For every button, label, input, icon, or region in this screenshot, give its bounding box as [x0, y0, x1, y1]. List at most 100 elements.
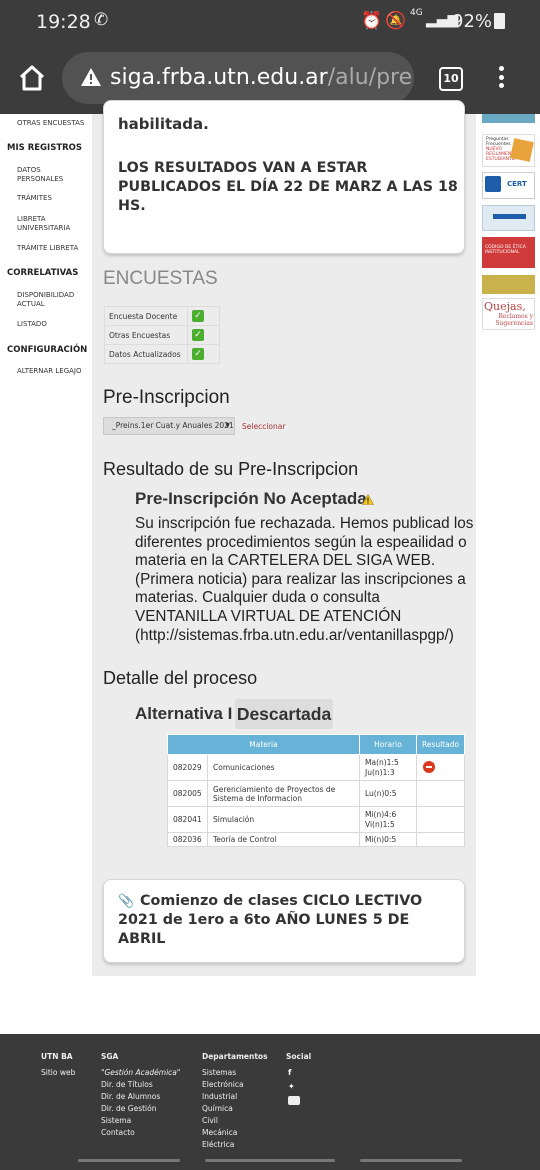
materia-code: 082005: [167, 780, 208, 807]
notice-line2: LOS RESULTADOS VAN A ESTAR PUBLICADOS EL…: [118, 160, 458, 214]
warning-icon[interactable]: [80, 67, 102, 87]
facebook-icon[interactable]: f: [288, 1068, 297, 1077]
footer-link-sistemas[interactable]: Sistemas: [202, 1067, 236, 1079]
sidebar-item-listado[interactable]: LISTADO: [0, 320, 47, 329]
shield-icon: [485, 176, 501, 192]
footer-link-quimica[interactable]: Química: [202, 1103, 233, 1115]
col-horario: Horario: [359, 734, 417, 755]
list-item: Datos Actualizados ✓: [104, 344, 220, 364]
url-domain: siga.frba.utn.edu.ar: [110, 65, 328, 90]
footer-link-dir-gestion[interactable]: Dir. de Gestión: [101, 1103, 156, 1115]
banner-pdf[interactable]: [482, 205, 535, 231]
home-icon[interactable]: [18, 64, 46, 92]
banner-codigo-text: CÓDIGO DE ÉTICA INSTITUCIONAL: [485, 245, 526, 255]
period-select-value: _Preins.1er Cuat.y Anuales 2021: [112, 421, 234, 430]
alarm-mute-icons: ⏰🔕: [361, 11, 410, 31]
battery-level: 92%: [452, 11, 493, 32]
footer-departamentos-title: Departamentos: [202, 1052, 268, 1061]
materia-code: 082029: [167, 754, 208, 781]
banner-preguntas[interactable]: Preguntas Frecuentes NUEVO REGLAMENTO ES…: [482, 134, 535, 167]
footer-link-industrial[interactable]: Industrial: [202, 1091, 237, 1103]
gesture-bar: [0, 1154, 540, 1170]
status-heading: Pre-Inscripción No Aceptada: [135, 489, 367, 508]
footer-link-contacto[interactable]: Contacto: [101, 1127, 135, 1139]
list-item: Otras Encuestas ✓: [104, 325, 220, 345]
result-message: Su inscripción fue rechazada. Hemos publ…: [135, 515, 474, 644]
sidebar-item-alternar-legajo[interactable]: ALTERNAR LEGAJO: [0, 367, 82, 376]
footer-link-electronica[interactable]: Electrónica: [202, 1079, 244, 1091]
resultado-title: Resultado de su Pre-Inscripcion: [103, 459, 359, 479]
encuestas-title: ENCUESTAS: [103, 268, 218, 289]
footer-social-title: Social: [286, 1052, 312, 1061]
materia-name: Gerenciamiento de Proyectos de Sistema d…: [207, 780, 360, 807]
thumbs-up-icon[interactable]: ✓: [192, 329, 204, 341]
footer: UTN BA Sitio web SGA "Gestión Académica"…: [0, 1034, 540, 1170]
datos-actualizados-label: Datos Actualizados: [104, 344, 188, 364]
materia-name: Simulación: [207, 806, 360, 833]
banner-gold[interactable]: [482, 275, 535, 294]
comienzo-card: 📎 Comienzo de clases CICLO LECTIVO 2021 …: [103, 879, 465, 963]
banner-codigo-etica[interactable]: CÓDIGO DE ÉTICA INSTITUCIONAL: [482, 237, 535, 268]
sidebar-item-libreta[interactable]: LIBRETA UNIVERSITARIA: [0, 215, 80, 233]
url-bar[interactable]: siga.frba.utn.edu.ar/alu/preir: [62, 52, 414, 104]
footer-link-titulos[interactable]: Dir. de Títulos: [101, 1079, 153, 1091]
clock: 19:28: [36, 11, 91, 33]
alternativa-label: Alternativa I: [135, 704, 233, 723]
banner-reclamos-text: Reclamos y: [498, 313, 533, 320]
network-type: 4G: [410, 8, 423, 18]
otras-encuestas-label: Otras Encuestas: [104, 325, 188, 345]
comienzo-text: Comienzo de clases CICLO LECTIVO 2021 de…: [118, 893, 423, 947]
url-path: /alu/preir: [327, 65, 414, 90]
thumbs-up-icon[interactable]: ✓: [192, 348, 204, 360]
sidebar-item-tramites[interactable]: TRÁMITES: [0, 194, 52, 203]
list-item: Encuesta Docente ✓: [104, 306, 220, 326]
period-select[interactable]: _Preins.1er Cuat.y Anuales 2021 ▼: [103, 417, 235, 435]
footer-sga-title: SGA: [101, 1052, 119, 1061]
sidebar-header-configuracion: CONFIGURACIÓN: [7, 345, 88, 355]
sidebar-item-tramite-libreta[interactable]: TRÁMITE LIBRETA: [0, 244, 78, 253]
materia-horario: Mi(n)0:5: [359, 832, 417, 847]
banner-cert[interactable]: CERT: [482, 172, 535, 199]
sidebar-item-datos-personales[interactable]: DATOS PERSONALES: [0, 166, 70, 184]
footer-link-civil[interactable]: Civil: [202, 1115, 218, 1127]
footer-link-sitio-web[interactable]: Sitio web: [41, 1067, 75, 1079]
footer-link-sistema[interactable]: Sistema: [101, 1115, 131, 1127]
tab-switcher-button[interactable]: 10: [439, 67, 463, 91]
footer-link-gestion[interactable]: "Gestión Académica": [101, 1067, 180, 1079]
materias-table: Materia Horario Resultado 082029 Comunic…: [167, 734, 465, 847]
materia-name: Teoría de Control: [207, 832, 360, 847]
materia-name: Comunicaciones: [207, 754, 360, 781]
chevron-down-icon: ▼: [225, 422, 230, 429]
banner-preguntas-text: Preguntas Frecuentes: [486, 137, 511, 147]
footer-link-alumnos[interactable]: Dir. de Alumnos: [101, 1091, 160, 1103]
youtube-icon[interactable]: [288, 1096, 300, 1105]
twitter-icon[interactable]: ✦: [288, 1082, 297, 1091]
banner-top[interactable]: [482, 114, 535, 123]
encuestas-table: Encuesta Docente ✓ Otras Encuestas ✓ Datos…: [104, 306, 220, 364]
footer-link-electrica[interactable]: Eléctrica: [202, 1139, 234, 1151]
materia-horario: Mi(n)4:6 Vi(n)1:5: [359, 806, 417, 833]
footer-link-mecanica[interactable]: Mecánica: [202, 1127, 237, 1139]
whatsapp-icon: ✆: [94, 10, 109, 30]
materia-horario: Ma(n)1:5 Ju(n)1:3: [359, 754, 417, 781]
banner-quejas[interactable]: Quejas, Reclamos y Sugerencias: [482, 298, 535, 330]
sidebar-item-otras-encuestas[interactable]: OTRAS ENCUESTAS: [0, 119, 84, 128]
col-resultado: Resultado: [416, 734, 465, 755]
table-header-row: Materia Horario Resultado: [167, 734, 465, 755]
materia-code: 082041: [167, 806, 208, 833]
sidebar-header-correlativas: CORRELATIVAS: [7, 268, 79, 278]
preinscripcion-title: Pre-Inscripcion: [103, 387, 230, 408]
notice-line1: habilitada.: [118, 115, 209, 133]
thumbs-up-icon[interactable]: ✓: [192, 310, 204, 322]
box-icon: [510, 138, 534, 162]
overflow-menu-icon[interactable]: [499, 66, 505, 92]
pdf-icon: [493, 214, 526, 219]
sidebar-item-disponibilidad[interactable]: DISPONIBILIDAD ACTUAL: [0, 291, 80, 309]
materia-code: 082036: [167, 832, 208, 847]
seleccionar-link[interactable]: Seleccionar: [242, 422, 285, 431]
footer-utnba-title: UTN BA: [41, 1052, 73, 1061]
banner-sugerencias-text: Sugerencias: [495, 320, 533, 327]
table-row: 082005 Gerenciamiento de Proyectos de Si…: [167, 780, 465, 807]
detalle-title: Detalle del proceso: [103, 668, 258, 688]
sidebar-header-mis-registros: MIS REGISTROS: [7, 143, 83, 153]
